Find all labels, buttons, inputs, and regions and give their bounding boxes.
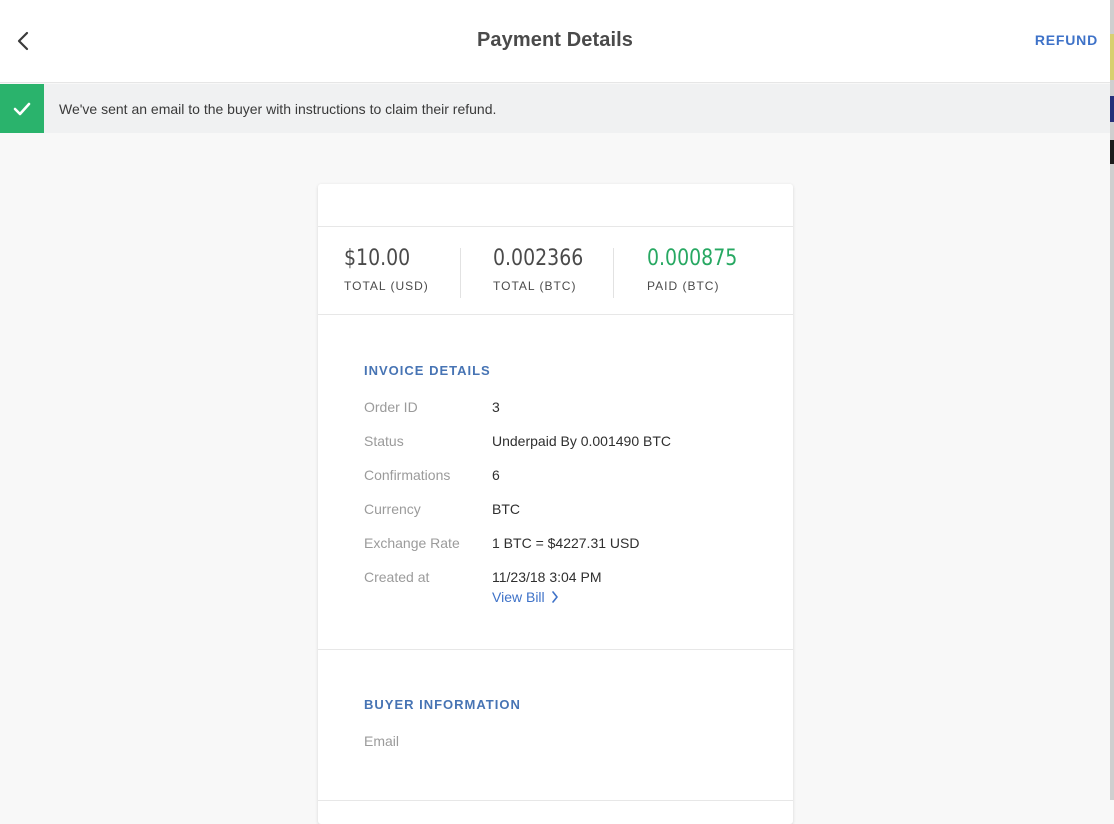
view-bill-label: View Bill [492, 589, 545, 605]
edge-segment [1110, 34, 1114, 80]
notice-text: We've sent an email to the buyer with in… [59, 101, 497, 117]
total-btc-amount: 0.002366 [493, 246, 584, 271]
chevron-right-icon [551, 591, 558, 603]
buyer-rows: Email [364, 733, 764, 767]
detail-row-exchange-rate: Exchange Rate 1 BTC = $4227.31 USD [364, 535, 764, 569]
detail-key: Status [364, 433, 404, 449]
totals-divider [460, 248, 461, 298]
detail-value: 1 BTC = $4227.31 USD [492, 535, 640, 551]
detail-value: Underpaid By 0.001490 BTC [492, 433, 671, 449]
detail-value: 11/23/18 3:04 PM [492, 569, 602, 585]
detail-row-status: Status Underpaid By 0.001490 BTC [364, 433, 764, 467]
totals-divider [613, 248, 614, 298]
detail-key: Confirmations [364, 467, 451, 483]
edge-segment [1110, 140, 1114, 164]
detail-key: Email [364, 733, 400, 749]
detail-row-confirmations: Confirmations 6 [364, 467, 764, 501]
detail-value: 6 [492, 467, 500, 483]
window-edge [1110, 0, 1114, 800]
totals-row: $10.00 TOTAL (USD) 0.002366 TOTAL (BTC) … [318, 227, 793, 315]
refund-button[interactable]: REFUND [1035, 32, 1098, 48]
checkmark-icon [13, 102, 31, 115]
total-btc-label: TOTAL (BTC) [493, 279, 577, 293]
paid-btc-amount: 0.000875 [647, 246, 738, 271]
detail-key: Order ID [364, 399, 418, 415]
total-btc: 0.002366 TOTAL (BTC) [493, 246, 598, 293]
header: Payment Details REFUND [0, 0, 1114, 83]
card-topbar [318, 184, 793, 227]
detail-row-order-id: Order ID 3 [364, 399, 764, 433]
total-usd-amount: $10.00 [344, 246, 411, 271]
invoice-details-title: INVOICE DETAILS [364, 363, 491, 378]
detail-row-currency: Currency BTC [364, 501, 764, 535]
notice-check-badge [0, 84, 44, 133]
page-title: Payment Details [476, 29, 633, 51]
detail-value: BTC [492, 501, 520, 517]
buyer-information-section: BUYER INFORMATION Email [318, 650, 793, 801]
total-usd: $10.00 TOTAL (USD) [344, 246, 429, 293]
edge-segment [1110, 96, 1114, 122]
invoice-details-section: INVOICE DETAILS Order ID 3 Status Underp… [318, 315, 793, 650]
paid-btc-label: PAID (BTC) [647, 279, 720, 293]
detail-key: Currency [364, 501, 421, 517]
detail-row-created-at: Created at 11/23/18 3:04 PM View Bill [364, 569, 764, 629]
invoice-rows: Order ID 3 Status Underpaid By 0.001490 … [364, 399, 764, 629]
detail-value: 3 [492, 399, 500, 415]
notice-banner: We've sent an email to the buyer with in… [0, 84, 1110, 133]
payment-card: $10.00 TOTAL (USD) 0.002366 TOTAL (BTC) … [318, 184, 793, 824]
paid-btc: 0.000875 PAID (BTC) [647, 246, 752, 293]
view-bill-link[interactable]: View Bill [492, 589, 559, 605]
total-usd-label: TOTAL (USD) [344, 279, 429, 293]
detail-key: Exchange Rate [364, 535, 460, 551]
detail-row-email: Email [364, 733, 764, 767]
buyer-information-title: BUYER INFORMATION [364, 697, 521, 712]
detail-key: Created at [364, 569, 430, 585]
